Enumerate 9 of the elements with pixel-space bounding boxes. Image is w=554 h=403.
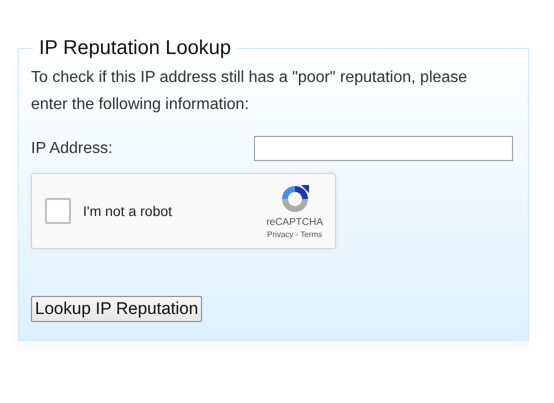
captcha-checkbox[interactable] bbox=[45, 198, 71, 224]
ip-address-label: IP Address: bbox=[31, 140, 114, 158]
intro-text: To check if this IP address still has a "poor" reputation, please enter the following information: bbox=[31, 68, 468, 115]
privacy-terms-links[interactable]: Privacy - Terms bbox=[267, 230, 322, 239]
captcha-brand: reCAPTCHA bbox=[266, 217, 323, 228]
ip-address-field[interactable] bbox=[254, 136, 513, 161]
form-title: IP Reputation Lookup bbox=[38, 37, 232, 60]
captcha-label: I'm not a robot bbox=[83, 203, 174, 219]
lookup-button[interactable]: Lookup IP Reputation bbox=[31, 296, 202, 322]
